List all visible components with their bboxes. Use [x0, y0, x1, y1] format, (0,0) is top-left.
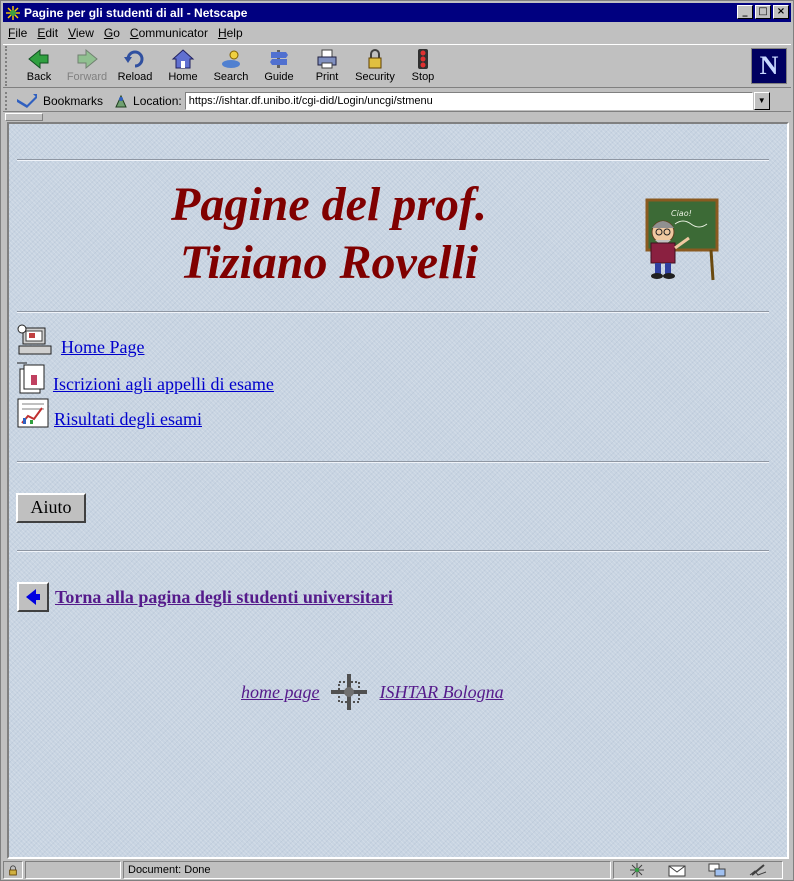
page-content: Pagine del prof. Tiziano Rovelli Ciao! H… — [7, 122, 789, 859]
toolbar-grip[interactable] — [5, 46, 11, 86]
risultati-link[interactable]: Risultati degli esami — [54, 409, 202, 430]
forward-button[interactable]: Forward — [63, 45, 111, 87]
collapsed-toolbar-tab[interactable] — [5, 113, 43, 121]
location-url-input[interactable] — [184, 91, 753, 110]
browser-window: Pagine per gli studenti di all - Netscap… — [0, 0, 794, 881]
printer-icon — [314, 47, 340, 71]
menu-bar: File Edit View Go Communicator Help — [3, 24, 791, 42]
bookmarks-icon — [15, 93, 39, 109]
divider — [17, 461, 769, 463]
composer-component-icon[interactable] — [749, 863, 767, 877]
status-bar: Document: Done — [3, 860, 791, 880]
registration-forms-icon — [17, 361, 49, 395]
iscrizioni-link[interactable]: Iscrizioni agli appelli di esame — [53, 374, 274, 395]
back-button[interactable]: Back — [15, 45, 63, 87]
divider — [17, 550, 769, 552]
stop-icon — [410, 47, 436, 71]
back-arrow-icon — [26, 47, 52, 71]
reload-button[interactable]: Reload — [111, 45, 159, 87]
home-button[interactable]: Home — [159, 45, 207, 87]
guide-icon — [266, 47, 292, 71]
blackboard-text: Ciao! — [671, 209, 692, 218]
back-arrow-icon[interactable] — [17, 582, 49, 612]
back-row: Torna alla pagina degli studenti univers… — [17, 582, 393, 612]
stop-button[interactable]: Stop — [399, 45, 447, 87]
page-proxy-icon[interactable] — [113, 93, 129, 109]
back-to-students-link[interactable]: Torna alla pagina degli studenti univers… — [55, 587, 393, 608]
security-lock-indicator[interactable] — [3, 861, 23, 879]
security-button[interactable]: Security — [351, 45, 399, 87]
status-text: Document: Done — [123, 861, 611, 879]
minimize-button[interactable]: _ — [737, 5, 753, 19]
netscape-logo[interactable]: N — [751, 48, 787, 84]
menu-go[interactable]: Go — [99, 26, 125, 40]
location-label: Location: — [113, 93, 182, 109]
navigation-toolbar: Back Forward Reload Home Search Guide Pr… — [3, 44, 791, 88]
divider — [17, 159, 769, 161]
home-icon — [170, 47, 196, 71]
ishtar-logo-icon — [329, 672, 369, 712]
navigator-component-icon[interactable] — [629, 863, 645, 877]
mail-component-icon[interactable] — [668, 863, 686, 877]
search-icon — [218, 47, 244, 71]
component-bar — [613, 861, 783, 879]
nav-risultati-row: Risultati degli esami — [17, 396, 202, 430]
results-chart-icon — [17, 396, 49, 430]
lock-icon — [9, 865, 17, 876]
location-toolbar: Bookmarks Location: ▼ — [3, 90, 791, 112]
nav-iscrizioni-row: Iscrizioni agli appelli di esame — [17, 361, 274, 395]
computer-home-icon — [17, 324, 53, 358]
footer: home page ISHTAR Bologna — [241, 672, 504, 712]
footer-home-page-link[interactable]: home page — [241, 682, 319, 703]
reload-icon — [122, 47, 148, 71]
title-bar: Pagine per gli studenti di all - Netscap… — [3, 3, 791, 22]
menu-file[interactable]: File — [3, 26, 32, 40]
close-button[interactable]: × — [773, 5, 789, 19]
discussion-component-icon[interactable] — [708, 863, 726, 877]
print-button[interactable]: Print — [303, 45, 351, 87]
guide-button[interactable]: Guide — [255, 45, 303, 87]
menu-view[interactable]: View — [63, 26, 99, 40]
netscape-app-icon[interactable] — [5, 5, 21, 21]
progress-bar — [25, 861, 121, 879]
divider — [17, 311, 769, 313]
page-heading: Pagine del prof. Tiziano Rovelli — [171, 178, 487, 289]
teacher-blackboard-image: Ciao! — [645, 198, 719, 281]
aiuto-button[interactable]: Aiuto — [16, 493, 86, 523]
menu-help[interactable]: Help — [213, 26, 248, 40]
location-dropdown-arrow[interactable]: ▼ — [753, 91, 770, 110]
menu-edit[interactable]: Edit — [32, 26, 63, 40]
forward-arrow-icon — [74, 47, 100, 71]
nav-home-row: Home Page — [17, 324, 144, 358]
bookmarks-button[interactable]: Bookmarks — [15, 93, 103, 109]
menu-communicator[interactable]: Communicator — [125, 26, 213, 40]
home-page-link[interactable]: Home Page — [61, 337, 144, 358]
footer-ishtar-link[interactable]: ISHTAR Bologna — [379, 682, 503, 703]
maximize-button[interactable]: □ — [755, 5, 771, 19]
search-button[interactable]: Search — [207, 45, 255, 87]
window-title: Pagine per gli studenti di all - Netscap… — [24, 5, 248, 20]
location-grip[interactable] — [5, 91, 11, 110]
padlock-icon — [362, 47, 388, 71]
